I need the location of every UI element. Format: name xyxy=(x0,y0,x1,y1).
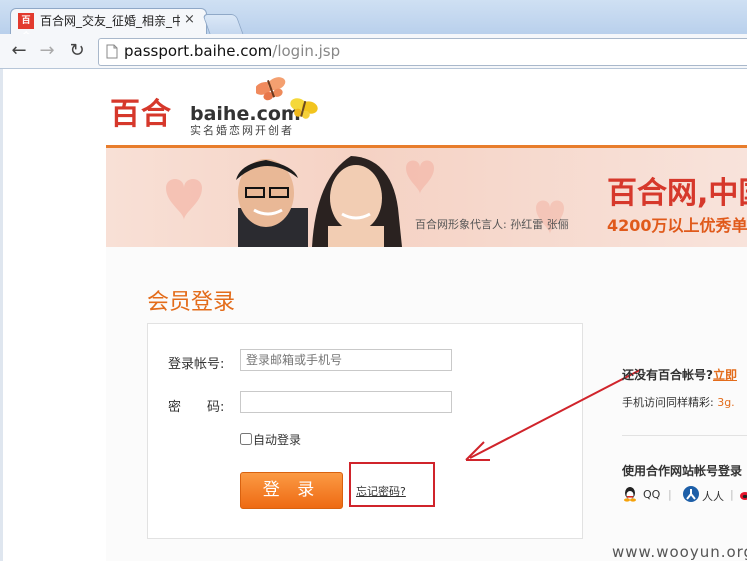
login-title: 会员登录 xyxy=(147,290,236,315)
reload-icon[interactable]: ↻ xyxy=(66,40,88,62)
tab-title: 百合网_交友_征婚_相亲_中 xyxy=(40,14,180,28)
register-prompt: 还没有百合帐号?立即 xyxy=(622,366,737,383)
annotation-arrow-icon xyxy=(465,369,641,461)
partner-qq-link[interactable]: QQ xyxy=(643,488,660,501)
divider xyxy=(622,435,747,436)
qq-icon[interactable] xyxy=(623,487,637,502)
login-button[interactable]: 登 录 xyxy=(240,472,343,509)
url-text[interactable]: passport.baihe.com/login.jsp xyxy=(124,41,340,61)
no-account-text: 还没有百合帐号? xyxy=(622,368,713,382)
forward-arrow-icon[interactable]: → xyxy=(36,40,58,62)
url-host: passport.baihe.com xyxy=(124,42,273,60)
account-input[interactable] xyxy=(240,349,452,371)
page-left-edge xyxy=(0,69,3,561)
mobile-link[interactable]: 3g. xyxy=(717,396,734,409)
partner-login-title: 使用合作网站帐号登录 xyxy=(622,464,743,478)
banner-slogan: 百合网,中国 xyxy=(607,176,747,211)
autologin-checkbox[interactable] xyxy=(240,433,252,445)
account-label: 登录帐号: xyxy=(168,357,225,372)
forgot-password-link[interactable]: 忘记密码? xyxy=(356,483,406,499)
favicon-icon: 百合 xyxy=(18,13,34,42)
tab-close-icon[interactable]: × xyxy=(184,12,198,28)
new-tab-button[interactable] xyxy=(202,14,244,35)
butterfly-icon xyxy=(256,77,318,119)
register-link[interactable]: 立即 xyxy=(713,368,737,382)
partner-renren-link[interactable]: 人人 xyxy=(702,488,724,504)
watermark: www.wooyun.org xyxy=(612,543,747,561)
logo-main-text[interactable]: 百合 xyxy=(110,89,172,133)
renren-icon[interactable] xyxy=(683,486,699,502)
password-input[interactable] xyxy=(240,391,452,413)
separator: | xyxy=(668,488,672,501)
separator: | xyxy=(730,488,734,501)
logo-tagline: 实名婚恋网开创者 xyxy=(190,124,294,137)
autologin-label[interactable]: 自动登录 xyxy=(253,431,301,448)
weibo-icon[interactable] xyxy=(738,488,747,502)
back-arrow-icon[interactable]: ← xyxy=(8,40,30,62)
mobile-access-text: 手机访问同样精彩: 3g. xyxy=(622,394,735,410)
banner-members: 4200万以上优秀单 xyxy=(607,216,747,235)
mobile-text: 手机访问同样精彩: xyxy=(622,396,718,409)
page-icon xyxy=(106,44,118,59)
url-path: /login.jsp xyxy=(272,42,341,60)
password-label: 密 码: xyxy=(168,400,225,415)
banner-caption: 百合网形象代言人: 孙红雷 张俪 xyxy=(415,218,569,231)
